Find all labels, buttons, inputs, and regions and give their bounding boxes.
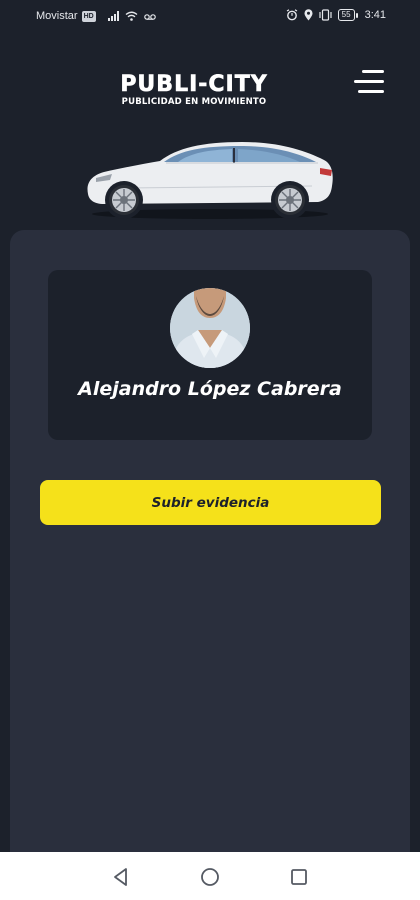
carrier-name: Movistar [36,10,78,22]
vibrate-icon [319,9,332,21]
profile-card: Alejandro López Cabrera [48,270,372,440]
upload-evidence-button[interactable]: Subir evidencia [40,480,381,525]
status-left: Movistar HD [36,10,156,22]
logo-subtitle: PUBLICIDAD EN MOVIMIENTO [121,97,267,107]
hamburger-menu-icon[interactable] [350,68,386,96]
signal-icon [107,11,119,21]
profile-photo [170,288,250,368]
app-screen: Movistar HD 55 3:41 PUBLI-CITY PUBLICIDA… [0,0,420,900]
location-icon [304,9,313,21]
status-right: 55 3:41 [286,9,386,21]
voicemail-icon [143,14,156,20]
connectivity-icons [107,11,156,21]
user-name: Alejandro López Cabrera [78,378,342,400]
back-icon[interactable] [110,866,132,888]
content-panel: Alejandro López Cabrera Subir evidencia [10,230,410,870]
recents-icon[interactable] [288,866,310,888]
battery-icon: 55 [337,9,358,21]
system-nav-bar [0,852,420,900]
avatar [170,288,250,368]
wifi-icon [125,11,138,21]
home-icon[interactable] [199,866,221,888]
app-logo: PUBLI-CITY PUBLICIDAD EN MOVIMIENTO [108,72,280,107]
status-bar: Movistar HD 55 3:41 [0,0,420,34]
car-illustration [87,142,333,219]
alarm-icon [286,9,297,21]
network-chip: HD [81,10,96,22]
clock: 3:41 [364,9,386,21]
logo-title: PUBLI-CITY [120,72,268,97]
